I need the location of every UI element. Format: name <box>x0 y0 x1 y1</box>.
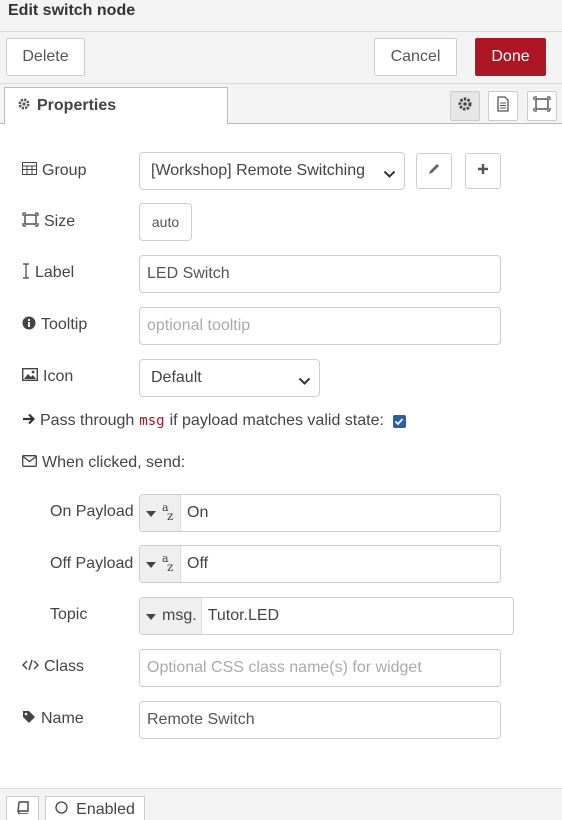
arrow-right-icon <box>22 412 36 430</box>
topic-type-label: msg. <box>162 607 197 624</box>
gear-icon <box>17 97 31 116</box>
passthrough-code: msg <box>139 413 165 429</box>
passthrough-suffix: if payload matches valid state: <box>169 412 384 429</box>
table-icon <box>22 162 37 180</box>
caret-down-icon <box>146 555 156 573</box>
plus-icon <box>477 162 489 180</box>
chevron-down-icon <box>383 166 396 184</box>
topic-value: Tutor.LED <box>207 607 280 624</box>
envelope-icon <box>22 454 37 472</box>
group-label-text: Group <box>42 162 87 179</box>
text-cursor-icon <box>22 262 30 284</box>
image-icon <box>21 367 39 386</box>
label-label: Label <box>22 262 75 284</box>
caret-down-icon <box>146 607 156 625</box>
size-button[interactable]: auto <box>139 203 192 241</box>
node-help-button[interactable] <box>6 796 39 820</box>
label-input[interactable]: LED Switch <box>139 255 501 293</box>
size-label: Size <box>22 212 75 232</box>
passthrough-checkbox[interactable] <box>392 414 406 428</box>
circle-icon <box>55 801 68 819</box>
name-label-text: Name <box>41 710 84 727</box>
icon-label-text: Icon <box>43 368 74 385</box>
off-payload-type-select[interactable]: az <box>140 546 181 582</box>
string-type-icon: az <box>162 552 174 574</box>
tab-description-icon-button[interactable] <box>488 91 518 121</box>
tag-icon <box>22 710 36 729</box>
class-input[interactable]: Optional CSS class name(s) for widget <box>139 649 501 687</box>
class-label-text: Class <box>44 658 85 675</box>
dialog-toolbar: Delete Cancel Done <box>0 32 562 84</box>
caret-down-icon <box>146 504 156 522</box>
icon-label: Icon <box>21 367 74 387</box>
size-label-text: Size <box>44 213 76 230</box>
tooltip-label: Tooltip <box>22 315 87 335</box>
cancel-button[interactable]: Cancel <box>374 38 457 76</box>
code-icon <box>22 658 39 676</box>
on-payload-value: On <box>187 504 209 521</box>
on-payload-type-select[interactable]: az <box>140 495 181 531</box>
dialog-footer: Enabled <box>0 788 562 820</box>
tooltip-input[interactable]: optional tooltip <box>139 307 501 345</box>
tab-appearance-icon-button[interactable] <box>527 91 557 121</box>
off-payload-input[interactable]: az Off <box>139 545 501 583</box>
group-select-value: [Workshop] Remote Switching <box>151 162 366 179</box>
edit-group-button[interactable] <box>416 153 452 189</box>
off-payload-label: Off Payload <box>50 555 134 572</box>
icon-select-value: Default <box>151 369 202 386</box>
chevron-down-icon <box>298 373 311 391</box>
name-input[interactable]: Remote Switch <box>139 701 501 739</box>
on-payload-input[interactable]: az On <box>139 494 501 532</box>
group-label: Group <box>22 161 86 181</box>
group-select[interactable]: [Workshop] Remote Switching <box>139 152 405 190</box>
when-clicked-label: When clicked, send: <box>22 453 185 473</box>
dialog-titlebar: Edit switch node <box>0 0 562 32</box>
label-label-text: Label <box>35 264 75 281</box>
tooltip-label-text: Tooltip <box>41 316 88 333</box>
book-icon <box>16 801 29 819</box>
topic-input[interactable]: msg. Tutor.LED <box>139 597 514 635</box>
string-type-icon: az <box>162 501 174 523</box>
info-icon <box>22 316 36 335</box>
enabled-toggle[interactable]: Enabled <box>45 796 145 820</box>
dialog-title: Edit switch node <box>8 2 136 19</box>
delete-button[interactable]: Delete <box>6 38 85 76</box>
gear-icon <box>457 96 473 117</box>
pencil-icon <box>427 162 441 181</box>
document-icon <box>496 95 510 117</box>
tab-settings-icon-button[interactable] <box>450 91 480 121</box>
class-label: Class <box>22 657 84 677</box>
tabs-bar: Properties <box>0 84 562 125</box>
passthrough-row: Pass through msg if payload matches vali… <box>22 411 406 431</box>
frame-icon <box>22 212 39 232</box>
topic-type-select[interactable]: msg. <box>140 598 202 634</box>
when-clicked-label-text: When clicked, send: <box>42 454 186 471</box>
frame-icon <box>533 95 551 117</box>
icon-select[interactable]: Default <box>139 359 320 397</box>
done-button[interactable]: Done <box>475 38 546 76</box>
topic-label: Topic <box>50 606 88 623</box>
passthrough-prefix: Pass through <box>40 412 135 429</box>
on-payload-label: On Payload <box>50 503 134 520</box>
tab-properties-label: Properties <box>37 97 117 114</box>
name-label: Name <box>22 709 84 729</box>
off-payload-value: Off <box>187 555 209 572</box>
tab-properties[interactable]: Properties <box>4 87 228 125</box>
enabled-label: Enabled <box>76 801 135 818</box>
add-group-button[interactable] <box>465 153 501 189</box>
